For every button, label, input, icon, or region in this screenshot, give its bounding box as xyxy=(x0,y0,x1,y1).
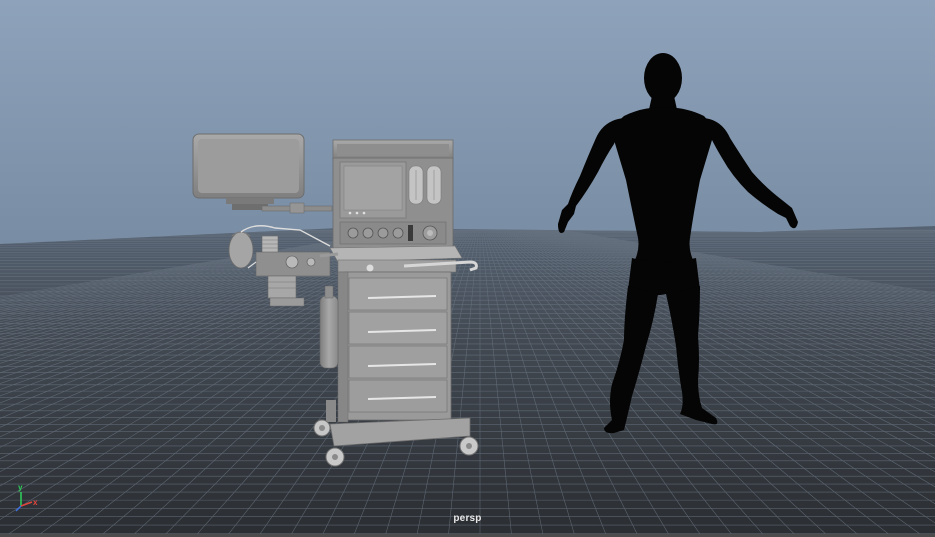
camera-name-label: persp xyxy=(453,513,482,524)
scene-canvas[interactable]: y x xyxy=(0,0,935,537)
axis-y-label: y xyxy=(18,483,23,492)
axis-x-label: x xyxy=(33,498,38,507)
ground-grid xyxy=(0,226,935,537)
maya-perspective-viewport[interactable]: y x persp xyxy=(0,0,935,537)
